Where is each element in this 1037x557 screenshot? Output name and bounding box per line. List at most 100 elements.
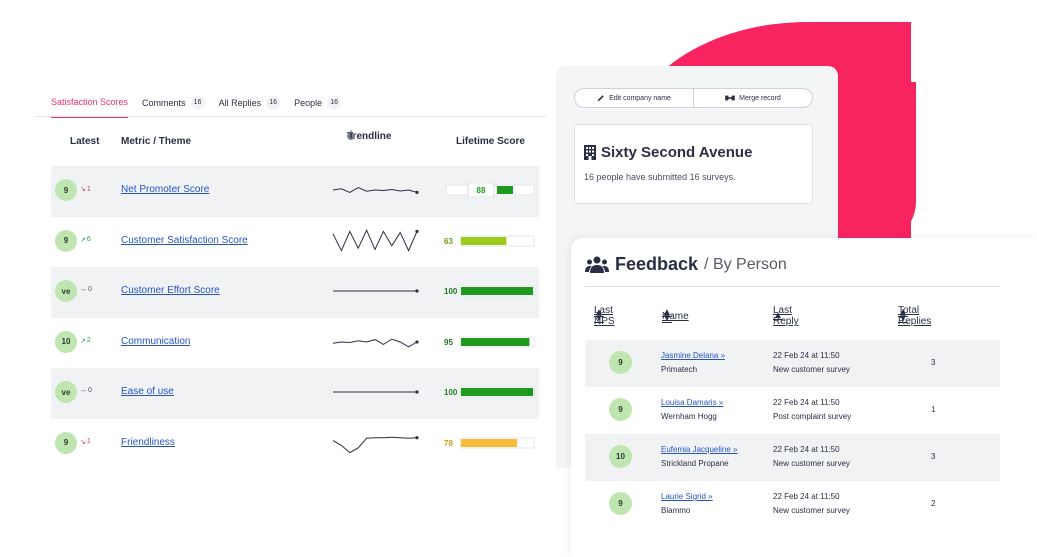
sort-both-icon: ▲ ▼ — [898, 307, 908, 324]
metric-link[interactable]: Customer Effort Score — [121, 285, 220, 296]
metric-link[interactable]: Ease of use — [121, 386, 174, 397]
sparkline-path — [332, 338, 418, 347]
bar-fill — [497, 186, 514, 194]
delta-value: 0 — [88, 387, 92, 394]
score-row: 9 ↘ 1 Friendliness 78 — [51, 419, 539, 470]
feedback-row: 10 Eufemia Jacqueline » Strickland Propa… — [585, 434, 1000, 481]
metric-link[interactable]: Friendliness — [121, 437, 175, 448]
sparkline-endpoint — [415, 435, 419, 439]
tab-comments[interactable]: Comments 16 — [142, 96, 205, 118]
trendline-sparkline — [333, 390, 419, 394]
trendline-sparkline — [333, 289, 419, 293]
edit-company-label: Edit company name — [609, 94, 671, 102]
trend-down-icon: ↘ — [80, 438, 86, 446]
total-replies: 2 — [931, 499, 936, 508]
latest-score-badge: 9 — [55, 179, 77, 201]
tab-label: Satisfaction Scores — [51, 97, 129, 107]
lifetime-score-bar: 88 — [445, 183, 535, 197]
score-delta: ↔ 0 — [80, 286, 92, 293]
scores-table-body: 9 ↘ 1 Net Promoter Score 88 9 ↗ 6 Custom… — [51, 166, 539, 469]
reply-date: 22 Feb 24 at 11:50 — [773, 492, 840, 501]
person-link[interactable]: Jasmine Delana » — [661, 351, 725, 360]
merge-record-label: Merge record — [739, 94, 781, 102]
bar-fill — [461, 438, 518, 447]
lifetime-score-bar: 78 — [444, 437, 535, 448]
survey-name: New customer survey — [773, 459, 850, 468]
sparkline-endpoint — [415, 190, 419, 194]
total-replies: 3 — [931, 358, 936, 367]
lifetime-score-value: 100 — [444, 287, 458, 296]
edit-company-button[interactable]: Edit company name — [575, 89, 693, 107]
trend-flat-icon: ↔ — [80, 286, 87, 293]
person-link[interactable]: Eufemia Jacqueline » — [661, 445, 738, 454]
trend-flat-icon: ↔ — [80, 387, 87, 394]
feedback-row: 9 Jasmine Delana » Primatech 22 Feb 24 a… — [585, 340, 1000, 387]
person-company: Wernham Hogg — [661, 412, 717, 421]
person-company: Strickland Propane — [661, 459, 729, 468]
delta-value: 2 — [86, 337, 91, 344]
metric-link[interactable]: Net Promoter Score — [121, 184, 209, 195]
tab-people[interactable]: People 16 — [294, 96, 342, 118]
lifetime-score-value: 88 — [477, 186, 486, 195]
trend-down-icon: ↘ — [80, 186, 86, 193]
latest-score-badge: ve — [55, 280, 77, 302]
lifetime-score-bar: 95 — [444, 336, 535, 347]
person-link[interactable]: Laurie Sigrid » — [661, 492, 713, 501]
company-title: Sixty Second Avenue — [584, 144, 752, 161]
bar-fill — [461, 388, 533, 396]
bar-fill — [461, 337, 530, 346]
metric-link[interactable]: Customer Satisfaction Score — [121, 235, 248, 246]
latest-score-badge: 9 — [55, 229, 77, 252]
feedback-table-body: 9 Jasmine Delana » Primatech 22 Feb 24 a… — [585, 340, 1000, 528]
tab-count: 16 — [190, 96, 205, 110]
person-link[interactable]: Louisa Damaris » — [661, 398, 723, 407]
latest-score-badge: ve — [55, 381, 77, 403]
company-card: Sixty Second Avenue 16 people have submi… — [574, 124, 813, 204]
total-replies: 3 — [931, 452, 936, 461]
tab-label: People — [294, 98, 323, 108]
reply-date: 22 Feb 24 at 11:50 — [773, 445, 840, 454]
sparkline-endpoint — [415, 289, 419, 293]
metric-link[interactable]: Communication — [121, 336, 190, 347]
trendline-sparkline — [332, 338, 419, 347]
company-name: Sixty Second Avenue — [601, 144, 753, 161]
info-icon[interactable]: i — [347, 131, 355, 141]
tab-all-replies[interactable]: All Replies 16 — [219, 96, 281, 118]
bar-fill — [461, 287, 533, 295]
survey-name: New customer survey — [773, 506, 850, 515]
trendline-sparkline — [332, 435, 419, 453]
score-delta: ↘ 1 — [80, 438, 91, 446]
trendline-sparkline — [332, 228, 419, 252]
tab-satisfaction-scores[interactable]: Satisfaction Scores — [51, 96, 129, 118]
nps-badge: 9 — [609, 351, 632, 374]
total-replies: 1 — [931, 405, 936, 414]
header-latest: Latest — [70, 136, 100, 147]
latest-score-badge: 10 — [55, 330, 77, 353]
sort-both-icon: ▲ ▼ — [662, 307, 672, 324]
person-company: Primatech — [661, 365, 698, 374]
sparkline-endpoint — [415, 390, 419, 394]
trend-up-icon: ↗ — [80, 236, 86, 244]
reply-date: 22 Feb 24 at 11:50 — [773, 351, 840, 360]
lifetime-score-value: 63 — [444, 237, 453, 246]
survey-name: Post complaint survey — [773, 412, 852, 421]
merge-icon — [725, 95, 735, 101]
pencil-icon — [597, 95, 604, 102]
tab-count: 16 — [327, 96, 342, 110]
sort-up-icon: ▲ — [773, 310, 783, 321]
building-icon — [584, 145, 596, 160]
header-lifetime: Lifetime Score — [456, 136, 525, 147]
delta-value: 6 — [86, 236, 91, 243]
sparkline-path — [332, 187, 418, 193]
people-icon — [585, 256, 609, 273]
delta-value: 0 — [88, 286, 92, 293]
score-delta: ↔ 0 — [80, 387, 92, 394]
sparkline-path — [332, 228, 418, 252]
feedback-subtitle: / By Person — [704, 255, 787, 273]
sparkline-endpoint — [415, 229, 419, 233]
company-summary: 16 people have submitted 16 surveys. — [584, 172, 736, 182]
tab-bar: Satisfaction Scores Comments 16 All Repl… — [51, 96, 342, 118]
merge-record-button[interactable]: Merge record — [693, 89, 812, 107]
nps-badge: 10 — [609, 445, 632, 468]
person-company: Blammo — [661, 506, 691, 515]
